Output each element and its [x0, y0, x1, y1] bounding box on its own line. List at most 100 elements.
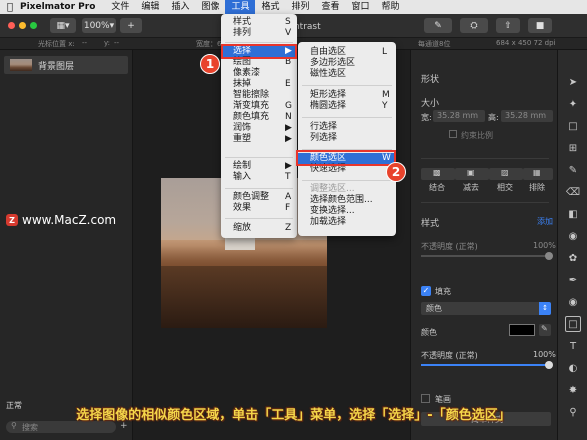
menu-item-arrange[interactable]: 排列 V: [221, 28, 297, 39]
menu-item-label: 加载选择: [310, 217, 347, 227]
menu-file[interactable]: 文件: [105, 0, 135, 14]
menu-item-rect-selection[interactable]: 矩形选择 M: [298, 90, 396, 101]
fill-tool-icon[interactable]: ◉: [565, 228, 581, 244]
zoom-select[interactable]: 100% ▾: [82, 18, 116, 33]
menu-item-magnetic-selection[interactable]: 磁性选区: [298, 69, 396, 80]
menu-item-pixel-paint[interactable]: 像素漆: [221, 68, 297, 79]
retouch-tool-icon[interactable]: ✿: [565, 250, 581, 266]
shape-tool-icon[interactable]: □: [565, 316, 581, 332]
zoom-window-button[interactable]: [30, 22, 37, 29]
instruction-caption: 选择图像的相似颜色区域，单击「工具」菜单，选择「选择」-「颜色选区」: [76, 407, 511, 423]
height-value: 35.28 mm: [505, 111, 547, 120]
submenu-arrow-icon: ▶: [285, 161, 292, 171]
style-opacity-slider[interactable]: [421, 252, 553, 260]
union-button[interactable]: ▩: [421, 168, 455, 180]
menu-item-reshape[interactable]: 重塑 ▶: [221, 134, 297, 145]
menu-arrange[interactable]: 排列: [286, 0, 316, 14]
eraser-tool-icon[interactable]: ⌫: [565, 184, 581, 200]
fill-type-select[interactable]: 颜色 ↕: [421, 302, 551, 315]
layer-thumbnail: [10, 59, 32, 71]
slider-knob[interactable]: [545, 252, 553, 260]
exclude-button[interactable]: ▦: [523, 168, 553, 180]
color-adjust-tool-icon[interactable]: ◐: [565, 360, 581, 376]
color-label: 颜色: [421, 328, 437, 337]
share-button[interactable]: ⇧: [496, 18, 520, 33]
menu-item-color-adjust[interactable]: 颜色调整 A: [221, 192, 297, 203]
minimize-window-button[interactable]: [19, 22, 26, 29]
clone-tool-icon[interactable]: ◉: [565, 294, 581, 310]
fill-label[interactable]: 填充: [435, 286, 451, 297]
fill-opacity-slider[interactable]: [421, 361, 553, 369]
callout-box-select: [221, 44, 297, 59]
size-label[interactable]: 大小: [421, 96, 439, 109]
menu-item-erase[interactable]: 抹掉 E: [221, 79, 297, 90]
menu-item-effects[interactable]: 效果 F: [221, 203, 297, 214]
app-name-menu[interactable]: Pixelmator Pro: [20, 2, 95, 12]
fill-checkbox[interactable]: ✓: [421, 286, 431, 296]
menu-insert[interactable]: 插入: [165, 0, 195, 14]
menu-tools[interactable]: 工具: [225, 0, 256, 14]
sidebar-toggle-button[interactable]: ▦▾: [50, 18, 76, 33]
paint-tool-icon[interactable]: ✎: [565, 162, 581, 178]
apple-menu-icon[interactable]: : [0, 2, 20, 13]
menu-item-select-color-range[interactable]: 选择颜色范围...: [298, 195, 396, 206]
menu-item-type[interactable]: 输入 T: [221, 172, 297, 183]
menu-item-smart-erase[interactable]: 智能擦除: [221, 90, 297, 101]
subtract-button[interactable]: ▣: [455, 168, 489, 180]
close-window-button[interactable]: [8, 22, 15, 29]
menu-window[interactable]: 窗口: [346, 0, 376, 14]
type-tool-icon[interactable]: T: [565, 338, 581, 354]
menu-item-row-selection[interactable]: 行选择: [298, 122, 396, 133]
menu-item-gradient-fill[interactable]: 渐变填充 G: [221, 101, 297, 112]
keep-ratio-checkbox[interactable]: [449, 130, 457, 138]
menu-item-freeform-selection[interactable]: 自由选区 L: [298, 47, 396, 58]
selection-tool-icon[interactable]: □: [565, 118, 581, 134]
menu-shortcut: F: [285, 203, 291, 213]
fill-color-swatch[interactable]: [509, 324, 535, 336]
menu-item-label: 排列: [233, 28, 252, 38]
menu-view[interactable]: 查看: [316, 0, 346, 14]
menu-divider: [302, 180, 392, 181]
style-tool-icon[interactable]: ✦: [565, 96, 581, 112]
intersect-button[interactable]: ▨: [489, 168, 523, 180]
menu-item-column-selection[interactable]: 列选择: [298, 133, 396, 144]
menu-item-transform-selection[interactable]: 变换选择...: [298, 206, 396, 217]
eyedropper-icon: ✎: [541, 324, 548, 333]
menu-item-zoom[interactable]: 缩放 Z: [221, 223, 297, 234]
layer-row[interactable]: 背景图层: [4, 56, 128, 74]
height-field[interactable]: 35.28 mm: [501, 110, 553, 122]
format-brush-button[interactable]: ✎: [424, 18, 452, 33]
menu-format[interactable]: 格式: [255, 0, 285, 14]
shapes-button[interactable]: ■: [528, 18, 552, 33]
zoom-in-button[interactable]: +: [120, 18, 142, 33]
menu-divider: [225, 42, 293, 43]
menu-edit[interactable]: 编辑: [135, 0, 165, 14]
menu-item-retouch[interactable]: 润饰 ▶: [221, 123, 297, 134]
menu-item-polygon-selection[interactable]: 多边形选区: [298, 58, 396, 69]
menu-shortcut: S: [285, 17, 291, 27]
menu-divider: [225, 157, 293, 158]
menu-help[interactable]: 帮助: [376, 0, 406, 14]
effects-tool-icon[interactable]: ✸: [565, 382, 581, 398]
menu-image[interactable]: 图像: [195, 0, 225, 14]
crop-tool-icon[interactable]: ⊞: [565, 140, 581, 156]
menu-item-label: 重塑: [233, 134, 252, 144]
menu-item-load-selection[interactable]: 加载选择: [298, 217, 396, 228]
menu-item-label: 效果: [233, 203, 252, 213]
eyedropper-button[interactable]: ✎: [539, 324, 551, 336]
tools-button[interactable]: ⛭: [460, 18, 488, 33]
gradient-tool-icon[interactable]: ◧: [565, 206, 581, 222]
menu-item-draw[interactable]: 绘制 ▶: [221, 161, 297, 172]
pen-tool-icon[interactable]: ✒: [565, 272, 581, 288]
slider-knob[interactable]: [545, 361, 553, 369]
menu-divider: [302, 85, 392, 86]
menu-item-label: 磁性选区: [310, 69, 347, 79]
bit-depth-info: 每通道8位: [418, 40, 451, 48]
menu-item-color-fill[interactable]: 颜色填充 N: [221, 112, 297, 123]
menu-item-ellipse-selection[interactable]: 椭圆选择 Y: [298, 101, 396, 112]
menu-item-style[interactable]: 样式 S: [221, 17, 297, 28]
arrange-tool-icon[interactable]: ➤: [565, 74, 581, 90]
submenu-arrow-icon: ▶: [285, 123, 292, 133]
width-field[interactable]: 35.28 mm: [433, 110, 485, 122]
add-style-button[interactable]: 添加: [537, 216, 553, 227]
